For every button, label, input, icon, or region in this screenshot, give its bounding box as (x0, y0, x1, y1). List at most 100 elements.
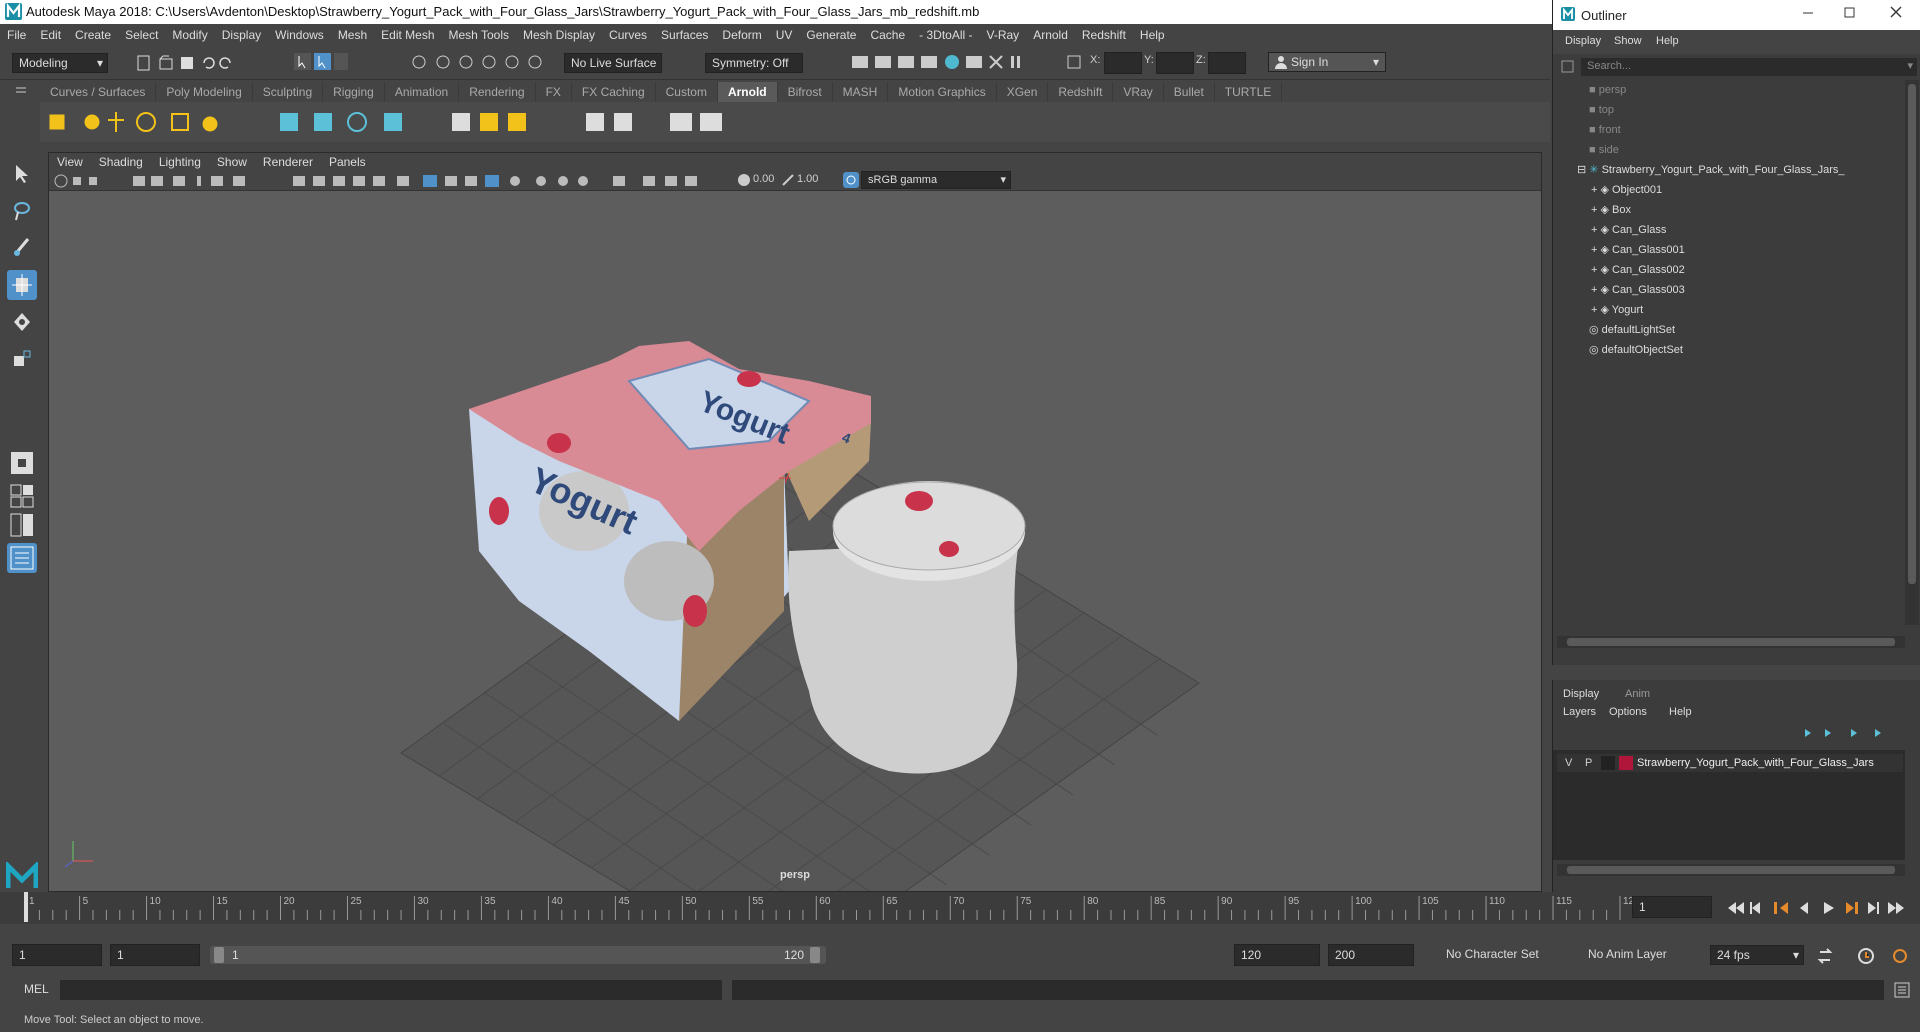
outliner-item-can-glass003[interactable]: + ◈ Can_Glass003 (1591, 280, 1685, 300)
layer-color-swatch[interactable] (1619, 756, 1633, 770)
lasso-tool-button[interactable] (7, 196, 37, 226)
outliner-horizontal-scrollbar[interactable] (1557, 636, 1905, 648)
tab-bifrost[interactable]: Bifrost (778, 82, 833, 102)
outliner-item-box[interactable]: + ◈ Box (1591, 200, 1631, 220)
menu-mesh-tools[interactable]: Mesh Tools (442, 24, 516, 46)
menu-cache[interactable]: Cache (863, 24, 912, 46)
tab-motion-graphics[interactable]: Motion Graphics (888, 82, 997, 102)
layer-menu-help[interactable]: Help (1669, 706, 1692, 718)
sign-in-button[interactable]: Sign In ▾ (1268, 52, 1386, 72)
command-input[interactable] (60, 980, 722, 1000)
menu-display[interactable]: Display (215, 24, 268, 46)
tab-arnold[interactable]: Arnold (717, 82, 778, 102)
close-icon[interactable] (1889, 5, 1903, 19)
vp-menu-panels[interactable]: Panels (321, 153, 374, 171)
outliner-menu-show[interactable]: Show (1614, 35, 1642, 47)
outliner-item-can-glass[interactable]: + ◈ Can_Glass (1591, 220, 1666, 240)
menu-select[interactable]: Select (118, 24, 165, 46)
vp-menu-lighting[interactable]: Lighting (151, 153, 209, 171)
outliner-vertical-scrollbar[interactable] (1905, 80, 1919, 625)
menu-deform[interactable]: Deform (715, 24, 768, 46)
tab-animation[interactable]: Animation (385, 82, 460, 102)
rotate-tool-button[interactable] (7, 307, 37, 337)
tab-redshift[interactable]: Redshift (1048, 82, 1114, 102)
snap-tools[interactable] (410, 52, 560, 72)
layer-menu-layers[interactable]: Layers (1563, 706, 1596, 718)
tab-vray[interactable]: VRay (1113, 82, 1164, 102)
mode-dropdown[interactable]: Modeling ▾ (12, 53, 108, 73)
search-options-icon[interactable] (1561, 60, 1575, 74)
fps-dropdown[interactable]: 24 fps ▾ (1710, 945, 1804, 965)
menu-create[interactable]: Create (68, 24, 118, 46)
vp-menu-renderer[interactable]: Renderer (255, 153, 321, 171)
start-time-field[interactable]: 1 (12, 944, 102, 966)
single-view-button[interactable] (7, 448, 37, 478)
loop-and-prefs-icons[interactable] (1814, 946, 1914, 966)
layer-menu-options[interactable]: Options (1609, 706, 1647, 718)
vp-menu-show[interactable]: Show (209, 153, 255, 171)
move-tool-button[interactable] (7, 270, 37, 300)
range-start-field[interactable]: 1 (110, 944, 200, 966)
two-view-button[interactable] (7, 513, 37, 537)
outliner-item-default-light-set[interactable]: ◎ defaultLightSet (1589, 320, 1675, 340)
scale-tool-button[interactable] (7, 344, 37, 374)
shelf-options-icon[interactable] (14, 84, 28, 98)
menu-uv[interactable]: UV (769, 24, 800, 46)
tab-turtle[interactable]: TURTLE (1215, 82, 1283, 102)
minimize-icon[interactable] (1801, 5, 1815, 19)
gamma-field[interactable]: 1.00 (797, 173, 818, 185)
symmetry-dropdown[interactable]: Symmetry: Off (705, 53, 803, 73)
menu-curves[interactable]: Curves (602, 24, 654, 46)
outliner-menu-display[interactable]: Display (1565, 35, 1601, 47)
tab-custom[interactable]: Custom (656, 82, 718, 102)
range-slider[interactable]: 1 120 (210, 946, 826, 964)
outliner-search-input[interactable]: Search... ▾ (1581, 58, 1917, 76)
tab-curves-surfaces[interactable]: Curves / Surfaces (40, 82, 157, 102)
y-field[interactable] (1156, 52, 1194, 74)
menu-generate[interactable]: Generate (799, 24, 863, 46)
menu-file[interactable]: File (0, 24, 33, 46)
outliner-item-yogurt[interactable]: + ◈ Yogurt (1591, 300, 1643, 320)
outliner-item-group[interactable]: ⊟ ✳ Strawberry_Yogurt_Pack_with_Four_Gla… (1577, 160, 1845, 180)
current-frame-field[interactable]: 1 (1632, 896, 1712, 918)
menu-mesh-display[interactable]: Mesh Display (516, 24, 602, 46)
menu-windows[interactable]: Windows (268, 24, 331, 46)
select-tool-button[interactable] (7, 159, 37, 189)
outliner-item-side[interactable]: ■ side (1589, 140, 1619, 160)
current-frame-marker[interactable] (24, 892, 28, 922)
vp-menu-view[interactable]: View (49, 153, 91, 171)
tab-bullet[interactable]: Bullet (1164, 82, 1215, 102)
time-slider[interactable]: 1 5 10 15 20 25 30 35 40 45 50 55 60 65 70 75 80 85 90 95 10… (0, 892, 1920, 924)
layer-reference-toggle[interactable] (1601, 756, 1615, 770)
tab-fx[interactable]: FX (536, 82, 572, 102)
outliner-item-object001[interactable]: + ◈ Object001 (1591, 180, 1662, 200)
tab-fx-caching[interactable]: FX Caching (572, 82, 656, 102)
viewport-scene[interactable]: Yogurt 4 Yogurt (49, 191, 1541, 891)
render-tools[interactable] (850, 52, 1030, 72)
z-field[interactable] (1208, 52, 1246, 74)
viewport-panel[interactable]: View Shading Lighting Show Renderer Panels 0.… (48, 152, 1542, 892)
transform-lock-icon[interactable] (1066, 54, 1082, 70)
menu-3dtoall[interactable]: - 3DtoAll - (912, 24, 979, 46)
layer-tab-anim[interactable]: Anim (1625, 688, 1650, 700)
layer-visibility-toggle[interactable]: V (1565, 757, 1572, 769)
character-set-dropdown[interactable]: No Character Set (1440, 945, 1558, 965)
menu-help[interactable]: Help (1133, 24, 1172, 46)
outliner-item-front[interactable]: ■ front (1589, 120, 1621, 140)
range-start-handle[interactable] (214, 947, 224, 963)
menu-edit-mesh[interactable]: Edit Mesh (374, 24, 441, 46)
layer-playback-toggle[interactable]: P (1585, 757, 1592, 769)
layer-tab-display[interactable]: Display (1563, 688, 1599, 700)
menu-arnold[interactable]: Arnold (1026, 24, 1075, 46)
exposure-field[interactable]: 0.00 (753, 173, 774, 185)
tab-poly-modeling[interactable]: Poly Modeling (156, 82, 253, 102)
maximize-icon[interactable] (1843, 5, 1857, 19)
menu-modify[interactable]: Modify (165, 24, 214, 46)
paint-select-button[interactable] (7, 233, 37, 263)
tab-rigging[interactable]: Rigging (323, 82, 385, 102)
tab-sculpting[interactable]: Sculpting (253, 82, 324, 102)
collapse-icon[interactable]: ⊟ (1577, 164, 1589, 176)
outliner-item-can-glass001[interactable]: + ◈ Can_Glass001 (1591, 240, 1685, 260)
layer-action-icons[interactable] (1801, 726, 1911, 740)
vp-menu-shading[interactable]: Shading (91, 153, 151, 171)
